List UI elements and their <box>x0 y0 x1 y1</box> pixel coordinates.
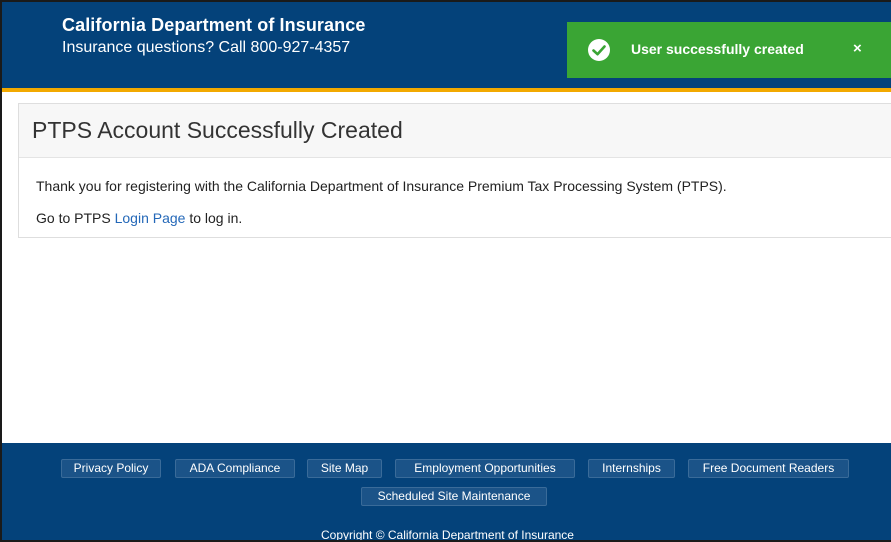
footer-link-employment-opportunities[interactable]: Employment Opportunities <box>395 459 575 478</box>
copyright-text: Copyright © California Department of Ins… <box>321 528 574 542</box>
success-toast: User successfully created × <box>567 22 891 78</box>
org-title: California Department of Insurance <box>62 15 366 35</box>
login-instruction-suffix: to log in. <box>185 210 243 226</box>
page-title: PTPS Account Successfully Created <box>32 117 403 143</box>
toast-close-button[interactable]: × <box>853 40 862 57</box>
thank-you-text: Thank you for registering with the Calif… <box>36 178 727 194</box>
help-phone-line: Insurance questions? Call 800-927-4357 <box>62 39 351 56</box>
header-accent-rule <box>2 88 891 92</box>
login-page-link[interactable]: Login Page <box>115 210 186 226</box>
page-frame: California Department of Insurance Insur… <box>0 0 891 542</box>
login-instruction-prefix: Go to PTPS <box>36 210 115 226</box>
footer-link-site-map[interactable]: Site Map <box>307 459 382 478</box>
site-header: California Department of Insurance Insur… <box>2 2 891 88</box>
panel-heading: PTPS Account Successfully Created <box>19 104 891 158</box>
footer-link-ada-compliance[interactable]: ADA Compliance <box>175 459 295 478</box>
footer-link-internships[interactable]: Internships <box>588 459 675 478</box>
footer-link-privacy-policy[interactable]: Privacy Policy <box>61 459 161 478</box>
login-instruction: Go to PTPS Login Page to log in. <box>36 208 891 228</box>
confirmation-panel: PTPS Account Successfully Created Thank … <box>18 103 891 238</box>
footer-link-scheduled-site-maintenance[interactable]: Scheduled Site Maintenance <box>361 487 547 506</box>
site-footer: Privacy Policy ADA Compliance Site Map E… <box>2 443 891 542</box>
toast-message: User successfully created <box>631 41 804 57</box>
footer-link-free-document-readers[interactable]: Free Document Readers <box>688 459 849 478</box>
check-circle-icon <box>588 39 610 61</box>
panel-body: Thank you for registering with the Calif… <box>19 158 891 228</box>
